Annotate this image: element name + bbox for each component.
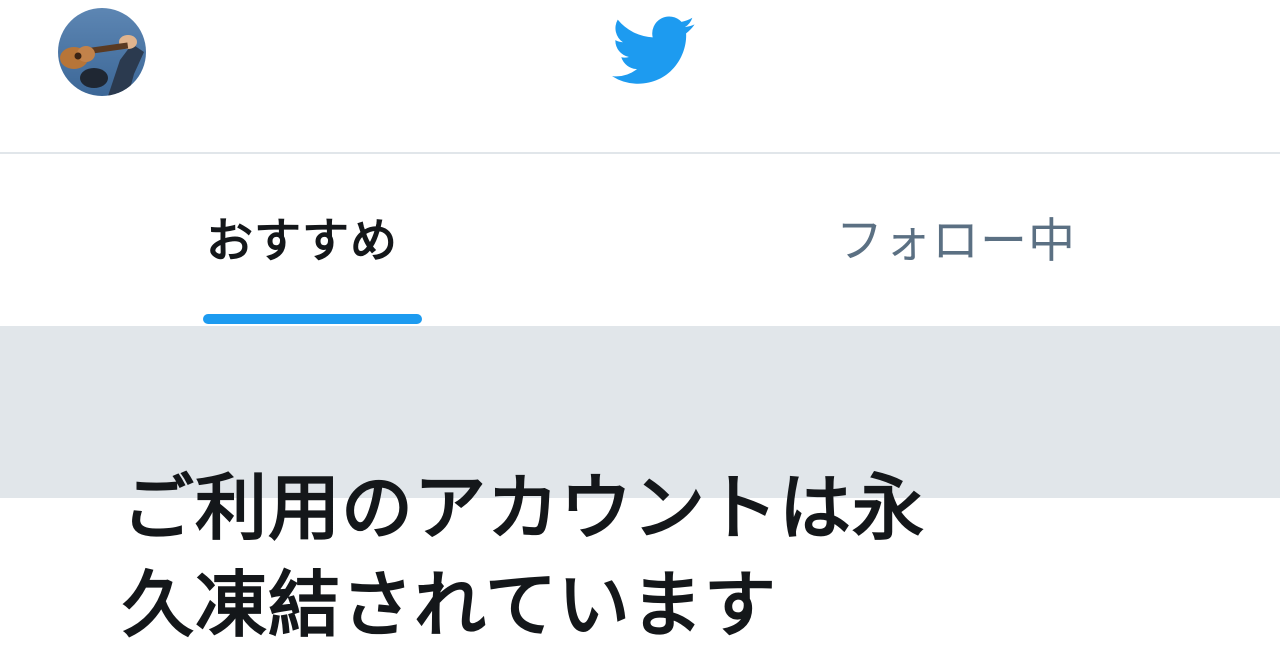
timeline-tabs: おすすめ フォロー中 — [0, 154, 1280, 326]
tab-recommended-label: おすすめ — [206, 214, 398, 269]
home-screen: おすすめ フォロー中 ご利用のアカウントは永 久凍結されています — [0, 0, 1280, 670]
active-tab-indicator — [203, 314, 422, 324]
twitter-bird-icon[interactable] — [612, 16, 696, 86]
tab-recommended[interactable]: おすすめ — [0, 154, 640, 326]
top-bar — [0, 0, 1280, 153]
notice-line-1: ご利用のアカウントは永 — [122, 466, 926, 550]
profile-avatar[interactable] — [58, 8, 146, 96]
bird-logo-graphic — [612, 16, 695, 84]
avatar-image — [58, 8, 146, 96]
tab-following-label: フォロー中 — [836, 214, 1076, 269]
tab-following[interactable]: フォロー中 — [640, 154, 1280, 326]
account-suspended-notice: ご利用のアカウントは永 久凍結されています — [122, 460, 1182, 654]
notice-line-2: 久凍結されています — [122, 563, 777, 647]
